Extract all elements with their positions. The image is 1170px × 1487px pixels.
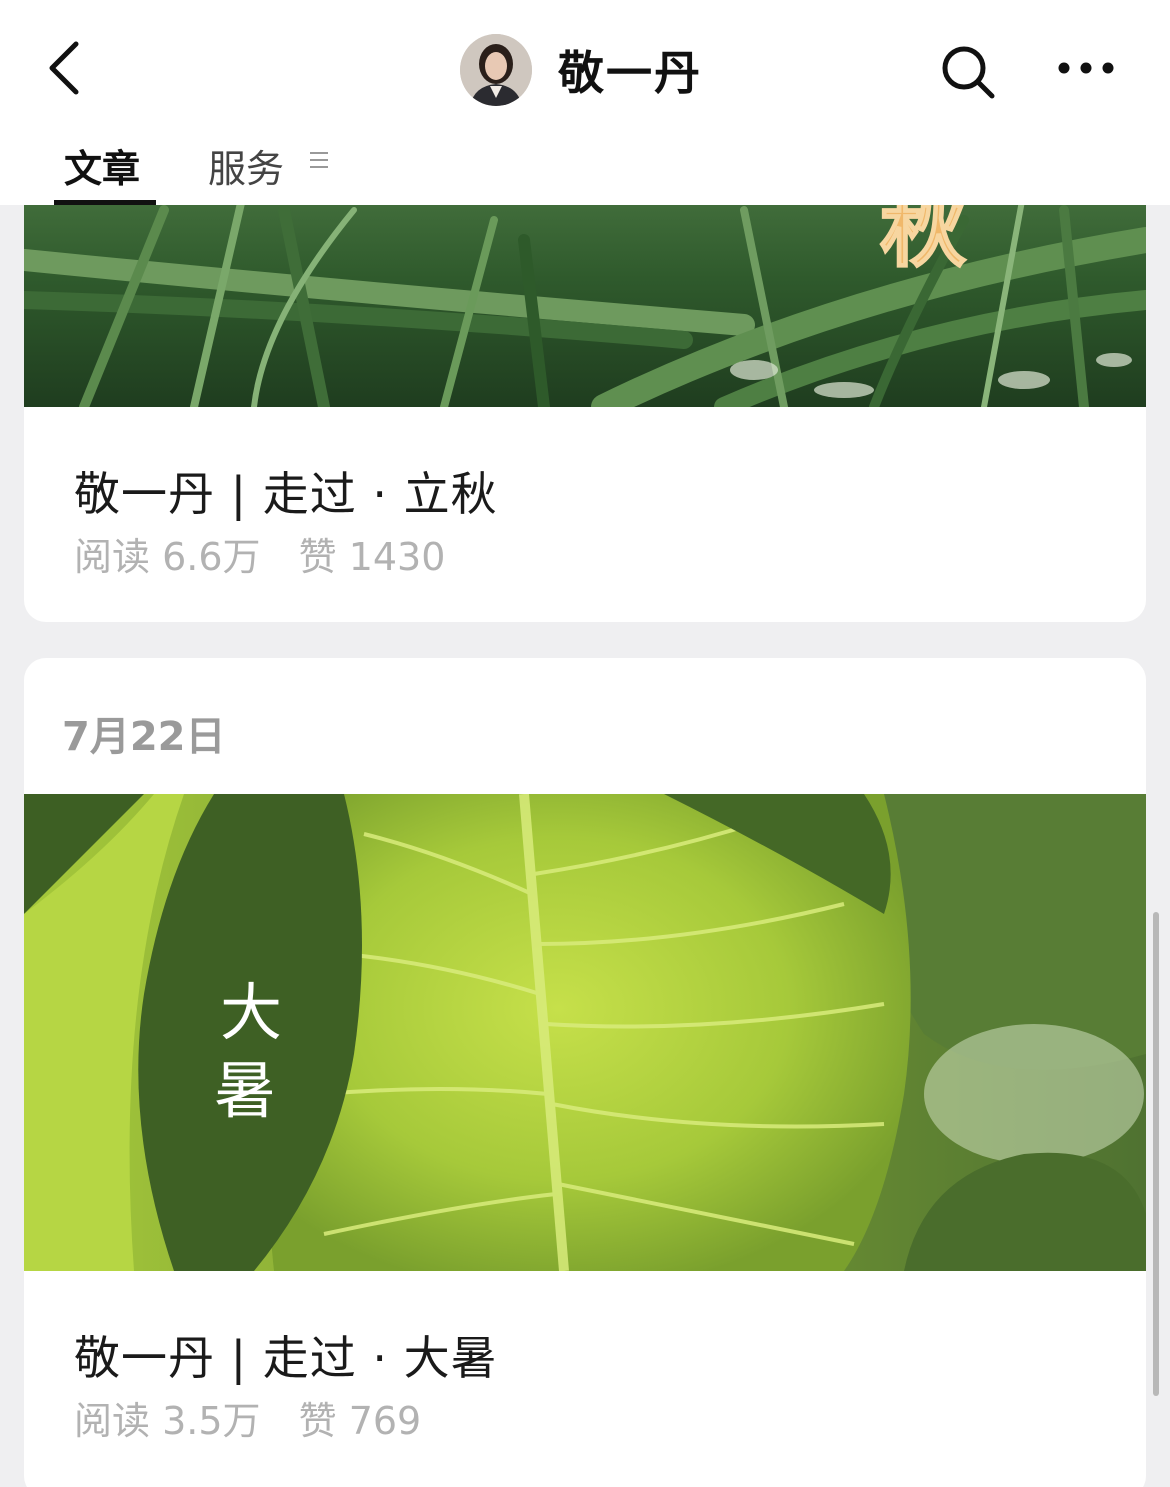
chevron-left-icon (49, 41, 79, 95)
account-name: 敬一丹 (558, 46, 702, 100)
top-bar: 敬一丹 文章 服务 (0, 0, 1170, 205)
official-account-page: 敬一丹 文章 服务 秋 敬一丹 | 走过 · 立秋 阅读 6.6万 赞 1430… (0, 0, 1170, 1487)
read-count: 阅读 3.5万 (74, 1399, 261, 1443)
article-stats: 阅读 6.6万 赞 1430 (74, 526, 471, 581)
tab-articles[interactable]: 文章 (64, 138, 140, 193)
svg-text:大: 大 (220, 976, 282, 1049)
article-card[interactable]: 秋 敬一丹 | 走过 · 立秋 阅读 6.6万 赞 1430 (24, 150, 1146, 622)
svg-text:暑: 暑 (214, 1054, 276, 1127)
tab-services[interactable]: 服务 (208, 138, 284, 193)
read-count: 阅读 6.6万 (74, 535, 261, 579)
article-card[interactable]: 7月22日 大 暑 敬一丹 | 走过 · 大暑 阅读 3.5万 赞 769 (24, 658, 1146, 1487)
tab-bar: 文章 服务 (0, 124, 1170, 206)
active-tab-indicator (54, 200, 156, 205)
publish-date: 7月22日 (62, 714, 226, 760)
scrollbar[interactable] (1153, 912, 1159, 1396)
back-button[interactable] (40, 36, 100, 100)
search-icon (942, 46, 995, 99)
like-count: 赞 1430 (298, 535, 446, 579)
avatar[interactable] (460, 34, 532, 106)
like-count: 赞 769 (298, 1399, 422, 1443)
article-stats: 阅读 3.5万 赞 769 (74, 1390, 447, 1445)
search-button[interactable] (936, 40, 1000, 104)
article-title: 敬一丹 | 走过 · 大暑 (74, 1331, 498, 1385)
more-button[interactable] (1050, 40, 1122, 96)
menu-lines-icon (310, 152, 328, 168)
account-profile[interactable]: 敬一丹 (460, 32, 702, 108)
article-title: 敬一丹 | 走过 · 立秋 (74, 467, 498, 521)
more-dots-icon (1058, 62, 1114, 74)
article-cover-image[interactable]: 大 暑 (24, 794, 1146, 1271)
